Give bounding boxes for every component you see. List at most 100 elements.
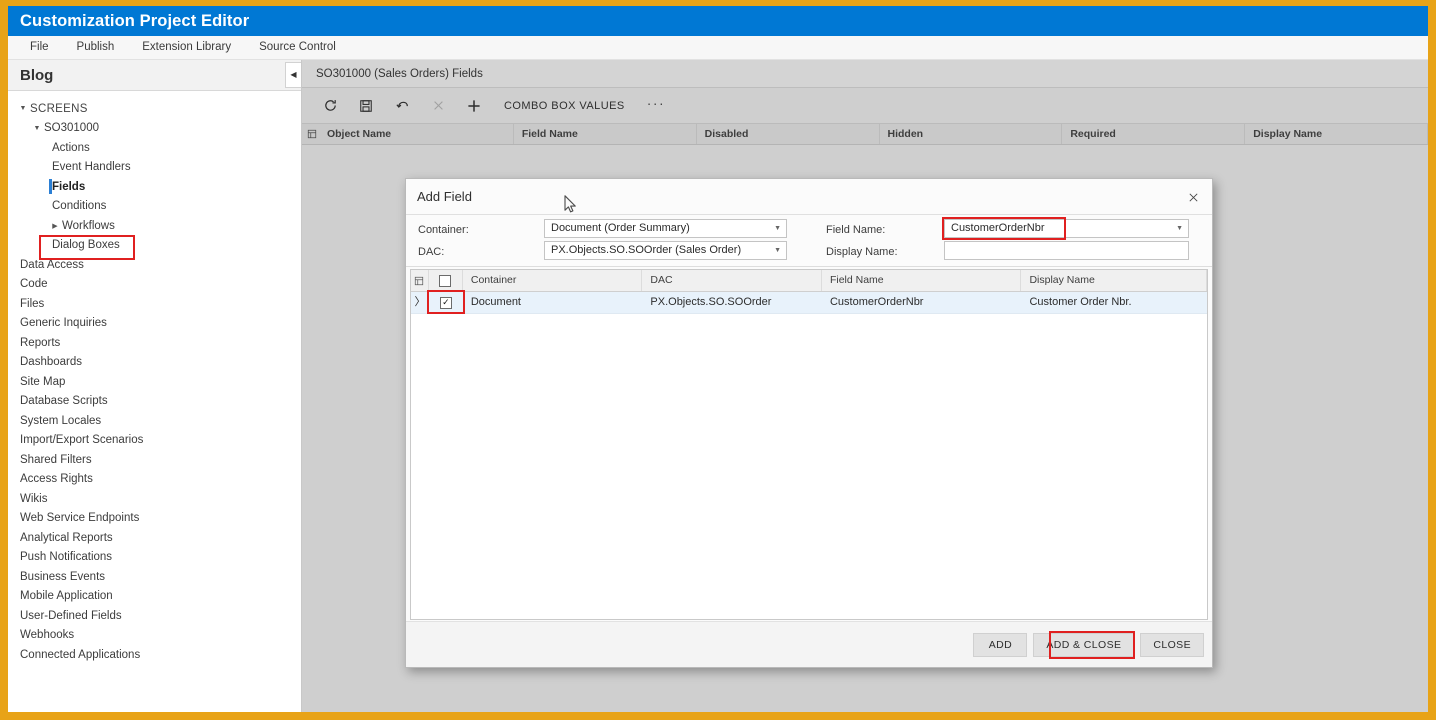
grid-col-required[interactable]: Required <box>1062 124 1246 144</box>
sidebar-item-fields[interactable]: Fields <box>8 177 301 197</box>
sidebar-item-label: Push Notifications <box>20 551 113 564</box>
sidebar-item-data-access[interactable]: Data Access <box>8 255 301 275</box>
grid-settings-icon[interactable] <box>302 124 319 144</box>
chevron-down-icon[interactable]: ▼ <box>32 125 42 132</box>
dac-select[interactable]: PX.Objects.SO.SOOrder (Sales Order) ▼ <box>544 241 787 260</box>
container-select[interactable]: Document (Order Summary) ▼ <box>544 219 787 238</box>
grid-col-field-name[interactable]: Field Name <box>514 124 697 144</box>
sidebar-item-label: System Locales <box>20 414 102 427</box>
tab-so301000-fields[interactable]: SO301000 (Sales Orders) Fields <box>302 68 483 80</box>
sidebar-item-user-defined-fields[interactable]: User-Defined Fields <box>8 606 301 626</box>
app-frame: Customization Project Editor File Publis… <box>0 0 1436 720</box>
sidebar-item-label: Analytical Reports <box>20 531 113 544</box>
sidebar-item-files[interactable]: Files <box>8 294 301 314</box>
add-and-close-button[interactable]: ADD & CLOSE <box>1033 632 1135 657</box>
display-name-input[interactable] <box>944 241 1189 260</box>
sidebar-item-connected-applications[interactable]: Connected Applications <box>8 645 301 665</box>
sidebar-item-label: Conditions <box>52 200 107 213</box>
dialog-col-container[interactable]: Container <box>463 270 643 291</box>
chevron-down-icon: ▼ <box>774 225 781 232</box>
project-header: Blog ◀ <box>8 60 301 91</box>
row-field-name: CustomerOrderNbr <box>829 296 924 308</box>
sidebar-item-dashboards[interactable]: Dashboards <box>8 353 301 373</box>
sidebar-item-label: Code <box>20 278 48 291</box>
undo-button[interactable] <box>384 91 420 121</box>
grid-col-object-name[interactable]: Object Name <box>319 124 514 144</box>
sidebar-item-mobile-application[interactable]: Mobile Application <box>8 587 301 607</box>
sidebar-item-webhooks[interactable]: Webhooks <box>8 626 301 646</box>
sidebar-item-label: Import/Export Scenarios <box>20 434 144 447</box>
main-panel: SO301000 (Sales Orders) Fields COMBO BOX… <box>302 60 1428 712</box>
sidebar-item-access-rights[interactable]: Access Rights <box>8 470 301 490</box>
field-name-select[interactable]: CustomerOrderNbr ▼ <box>944 219 1189 238</box>
sidebar-item-web-service-endpoints[interactable]: Web Service Endpoints <box>8 509 301 529</box>
add-button[interactable] <box>456 91 492 121</box>
sidebar-item-generic-inquiries[interactable]: Generic Inquiries <box>8 314 301 334</box>
grid-col-disabled[interactable]: Disabled <box>697 124 880 144</box>
sidebar-item-label: SCREENS <box>30 102 88 115</box>
app-window: Customization Project Editor File Publis… <box>8 6 1428 712</box>
dialog-title: Add Field <box>417 189 472 204</box>
table-row[interactable]: 〉 ✓ Document PX.Objects.SO.SOOrder Custo… <box>411 292 1207 314</box>
sidebar-item-label: Mobile Application <box>20 590 113 603</box>
grid-settings-icon[interactable] <box>411 270 429 291</box>
sidebar-collapse-button[interactable]: ◀ <box>285 62 301 88</box>
sidebar-item-event-handlers[interactable]: Event Handlers <box>8 158 301 178</box>
sidebar-item-label: Web Service Endpoints <box>20 512 140 525</box>
project-tree: ▼ SCREENS ▼ SO301000 Actions Event Handlers Fi… <box>8 91 301 712</box>
display-name-label: Display Name: <box>826 246 898 258</box>
title-bar: Customization Project Editor <box>8 6 1428 36</box>
sidebar-item-database-scripts[interactable]: Database Scripts <box>8 392 301 412</box>
sidebar-item-business-events[interactable]: Business Events <box>8 567 301 587</box>
sidebar-item-label: SO301000 <box>44 122 99 135</box>
save-button[interactable] <box>348 91 384 121</box>
refresh-button[interactable] <box>312 91 348 121</box>
sidebar-item-label: User-Defined Fields <box>20 609 122 622</box>
sidebar-item-site-map[interactable]: Site Map <box>8 372 301 392</box>
add-button[interactable]: ADD <box>973 632 1028 657</box>
sidebar-item-shared-filters[interactable]: Shared Filters <box>8 450 301 470</box>
chevron-down-icon[interactable]: ▼ <box>18 105 28 112</box>
more-options-button[interactable]: ··· <box>637 91 676 121</box>
chevron-right-icon[interactable]: ▶ <box>50 222 60 230</box>
selection-indicator <box>49 179 52 194</box>
row-checkbox-cell[interactable]: ✓ <box>429 292 463 313</box>
grid-col-hidden[interactable]: Hidden <box>880 124 1063 144</box>
row-indicator: 〉 <box>414 296 426 308</box>
menu-item-extension-library[interactable]: Extension Library <box>128 36 245 59</box>
menu-item-source-control[interactable]: Source Control <box>245 36 350 59</box>
dialog-col-dac[interactable]: DAC <box>642 270 822 291</box>
menu-item-publish[interactable]: Publish <box>63 36 129 59</box>
sidebar-item-system-locales[interactable]: System Locales <box>8 411 301 431</box>
select-all-checkbox[interactable]: ✓ <box>439 274 452 287</box>
sidebar-item-import-export-scenarios[interactable]: Import/Export Scenarios <box>8 431 301 451</box>
sidebar-item-conditions[interactable]: Conditions <box>8 197 301 217</box>
sidebar-item-label: Shared Filters <box>20 453 92 466</box>
window-title: Customization Project Editor <box>20 11 250 30</box>
sidebar-item-analytical-reports[interactable]: Analytical Reports <box>8 528 301 548</box>
sidebar-item-screens[interactable]: ▼ SCREENS <box>8 99 301 119</box>
sidebar-item-reports[interactable]: Reports <box>8 333 301 353</box>
grid-col-display-name[interactable]: Display Name <box>1245 124 1428 144</box>
sidebar-item-code[interactable]: Code <box>8 275 301 295</box>
sidebar-item-label: Access Rights <box>20 473 93 486</box>
sidebar-item-so301000[interactable]: ▼ SO301000 <box>8 119 301 139</box>
grid-toolbar: COMBO BOX VALUES ··· <box>302 88 1428 123</box>
sidebar-item-label: Dialog Boxes <box>52 239 120 252</box>
sidebar-item-label: Files <box>20 297 45 310</box>
dialog-close-button[interactable] <box>1180 185 1206 209</box>
sidebar-item-wikis[interactable]: Wikis <box>8 489 301 509</box>
menu-item-file[interactable]: File <box>16 36 63 59</box>
select-all-checkbox-cell[interactable]: ✓ <box>429 270 463 291</box>
dialog-col-field-name[interactable]: Field Name <box>822 270 1022 291</box>
sidebar-item-push-notifications[interactable]: Push Notifications <box>8 548 301 568</box>
fields-grid-header: Object Name Field Name Disabled Hidden Requi… <box>302 123 1428 145</box>
close-button[interactable]: CLOSE <box>1140 632 1204 657</box>
sidebar-item-actions[interactable]: Actions <box>8 138 301 158</box>
dialog-col-display-name[interactable]: Display Name <box>1021 270 1207 291</box>
row-checkbox[interactable]: ✓ <box>439 296 452 309</box>
sidebar-item-workflows[interactable]: ▶ Workflows <box>8 216 301 236</box>
combo-box-values-button[interactable]: COMBO BOX VALUES <box>492 91 637 121</box>
delete-button[interactable] <box>420 91 456 121</box>
sidebar-item-dialog-boxes[interactable]: Dialog Boxes <box>8 236 301 256</box>
